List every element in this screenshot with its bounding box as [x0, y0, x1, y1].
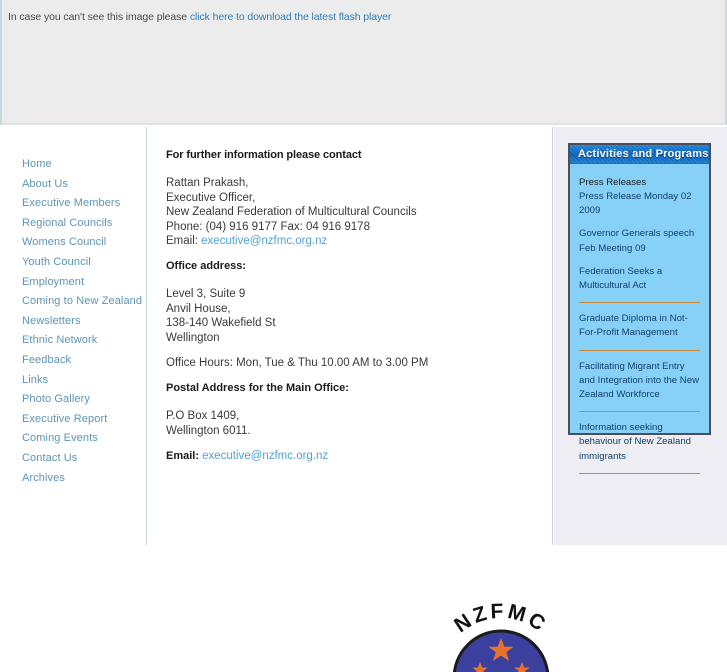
- main-content-column: For further information please contact R…: [148, 127, 553, 672]
- sidebar-item-newsletters[interactable]: Newsletters: [0, 310, 146, 330]
- sidebar-link-youth-council[interactable]: Youth Council: [22, 256, 91, 268]
- address-line-3: 138-140 Wakefield St: [166, 317, 276, 330]
- panel-link-information-seeking-behaviour[interactable]: Information seeking behaviour of New Zea…: [579, 421, 700, 464]
- panel-group-1b: Governor Generals speech Feb Meeting 09: [579, 227, 700, 255]
- sidebar-link-executive-report[interactable]: Executive Report: [22, 413, 107, 425]
- flash-placeholder-banner: In case you can't see this image please …: [0, 0, 727, 125]
- panel-group-3: Facilitating Migrant Entry and Integrati…: [579, 360, 700, 403]
- email-label: Email:: [166, 235, 202, 248]
- panel-divider-4: [579, 472, 700, 474]
- flash-message-text: In case you can't see this image please: [8, 11, 190, 23]
- activities-panel-title: Activities and Programs: [570, 145, 709, 164]
- sidebar-item-coming-to-new-zealand[interactable]: Coming to New Zealand: [0, 290, 146, 310]
- address-line-1: Level 3, Suite 9: [166, 287, 246, 300]
- sidebar-item-youth-council[interactable]: Youth Council: [0, 251, 146, 271]
- sidebar-link-ethnic-network[interactable]: Ethnic Network: [22, 334, 97, 346]
- sidebar-link-archives[interactable]: Archives: [22, 472, 65, 484]
- sidebar-item-ethnic-network[interactable]: Ethnic Network: [0, 329, 146, 349]
- address-line-4: Wellington: [166, 331, 220, 344]
- contact-name: Rattan Prakash,: [166, 177, 249, 189]
- sidebar-link-regional-councils[interactable]: Regional Councils: [22, 217, 112, 229]
- sidebar-link-about-us[interactable]: About Us: [22, 178, 68, 190]
- activities-panel: Activities and Programs Press Releases P…: [568, 143, 711, 474]
- panel-group-4: Information seeking behaviour of New Zea…: [579, 421, 700, 464]
- contact-title: Executive Officer,: [166, 191, 256, 204]
- panel-group-1: Press Release Monday 02 2009: [579, 190, 700, 218]
- nzfmc-logo: NZFMC: [425, 602, 577, 672]
- sidebar-link-employment[interactable]: Employment: [22, 276, 84, 288]
- sidebar-item-executive-report[interactable]: Executive Report: [0, 408, 146, 428]
- sidebar-link-feedback[interactable]: Feedback: [22, 354, 71, 366]
- sidebar-link-newsletters[interactable]: Newsletters: [22, 315, 81, 327]
- phone-fax: Phone: (04) 916 9177 Fax: 04 916 9178: [166, 220, 370, 233]
- sidebar-link-coming-events[interactable]: Coming Events: [22, 432, 98, 444]
- address-line-2: Anvil House,: [166, 302, 231, 315]
- office-address-label: Office address:: [166, 259, 247, 272]
- sidebar-link-contact-us[interactable]: Contact Us: [22, 452, 77, 464]
- press-releases-heading: Press Releases: [579, 177, 647, 188]
- postal-address-label: Postal Address for the Main Office:: [166, 381, 349, 394]
- panel-link-governor-generals-speech[interactable]: Governor Generals speech Feb Meeting 09: [579, 227, 700, 255]
- sidebar-item-about-us[interactable]: About Us: [0, 173, 146, 193]
- email-link-postal[interactable]: executive@nzfmc.org.nz: [202, 450, 328, 462]
- panel-divider-3: [579, 411, 700, 413]
- panel-group-2: Graduate Diploma in Not-For-Profit Manag…: [579, 312, 700, 340]
- flash-download-link[interactable]: click here to download the latest flash …: [190, 11, 392, 23]
- sidebar-link-home[interactable]: Home: [22, 158, 52, 170]
- sidebar-item-executive-members[interactable]: Executive Members: [0, 192, 146, 212]
- content-heading: For further information please contact: [166, 149, 362, 161]
- sidebar-item-womens-council[interactable]: Womens Council: [0, 231, 146, 251]
- sidebar-item-employment[interactable]: Employment: [0, 271, 146, 291]
- contact-information-block: For further information please contact R…: [148, 127, 552, 464]
- right-sidebar: Activities and Programs Press Releases P…: [554, 127, 727, 545]
- left-sidebar: Home About Us Executive Members Regional…: [0, 127, 147, 545]
- email-label-postal: Email:: [166, 450, 203, 463]
- panel-link-graduate-diploma[interactable]: Graduate Diploma in Not-For-Profit Manag…: [579, 312, 700, 340]
- sidebar-item-coming-events[interactable]: Coming Events: [0, 427, 146, 447]
- sidebar-nav: Home About Us Executive Members Regional…: [0, 127, 146, 486]
- panel-divider-2: [579, 349, 700, 351]
- panel-group-1c: Federation Seeks a Multicultural Act: [579, 265, 700, 293]
- organisation-name: New Zealand Federation of Multicultural …: [166, 206, 417, 219]
- sidebar-item-links[interactable]: Links: [0, 369, 146, 389]
- sidebar-item-feedback[interactable]: Feedback: [0, 349, 146, 369]
- panel-link-press-release-monday[interactable]: Press Release Monday 02 2009: [579, 190, 700, 218]
- sidebar-link-links[interactable]: Links: [22, 374, 48, 386]
- sidebar-item-regional-councils[interactable]: Regional Councils: [0, 212, 146, 232]
- flash-missing-message: In case you can't see this image please …: [8, 11, 391, 23]
- postal-line-1: P.O Box 1409,: [166, 409, 240, 422]
- panel-divider-1: [579, 302, 700, 304]
- sidebar-item-archives[interactable]: Archives: [0, 467, 146, 487]
- sidebar-link-executive-members[interactable]: Executive Members: [22, 197, 120, 209]
- panel-link-multicultural-act[interactable]: Federation Seeks a Multicultural Act: [579, 265, 700, 293]
- sidebar-link-womens-council[interactable]: Womens Council: [22, 236, 106, 248]
- office-hours: Office Hours: Mon, Tue & Thu 10.00 AM to…: [166, 357, 429, 370]
- activities-panel-body: Press Releases Press Release Monday 02 2…: [570, 164, 709, 474]
- email-row-postal: Email: executive@nzfmc.org.nz: [166, 449, 552, 464]
- sidebar-link-coming-to-new-zealand[interactable]: Coming to New Zealand: [22, 295, 142, 307]
- sidebar-link-photo-gallery[interactable]: Photo Gallery: [22, 393, 90, 405]
- sidebar-item-contact-us[interactable]: Contact Us: [0, 447, 146, 467]
- sidebar-item-home[interactable]: Home: [0, 153, 146, 173]
- sidebar-item-photo-gallery[interactable]: Photo Gallery: [0, 388, 146, 408]
- nzfmc-logo-svg: NZFMC: [450, 602, 550, 672]
- email-link[interactable]: executive@nzfmc.org.nz: [201, 235, 327, 247]
- email-row: Email: executive@nzfmc.org.nz: [166, 234, 552, 249]
- panel-link-facilitating-migrant-entry[interactable]: Facilitating Migrant Entry and Integrati…: [579, 360, 700, 403]
- postal-line-2: Wellington 6011.: [166, 424, 251, 437]
